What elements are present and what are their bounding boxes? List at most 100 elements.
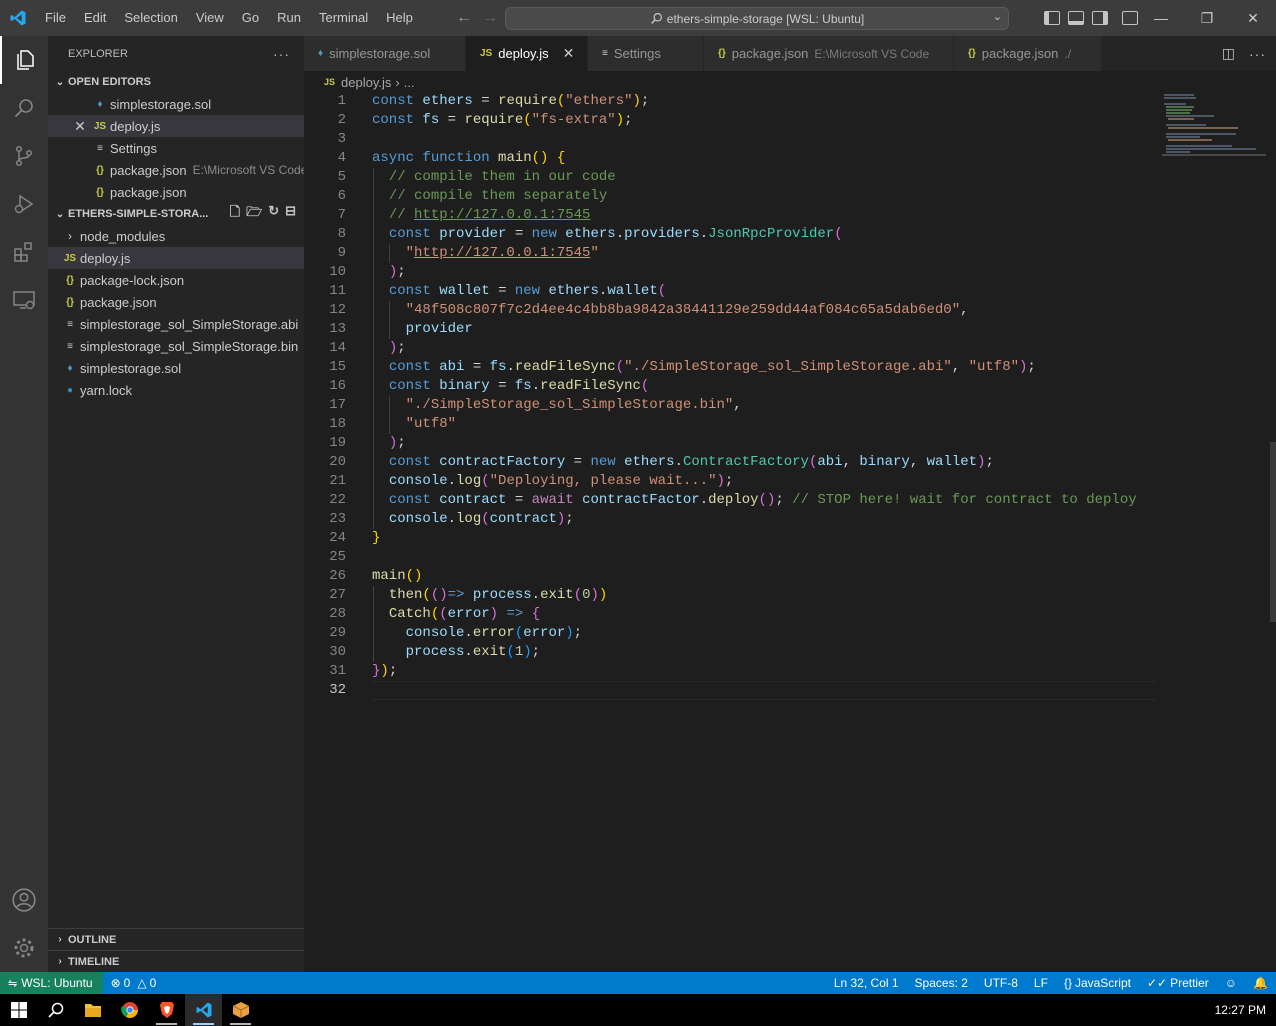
menu-edit[interactable]: Edit xyxy=(75,0,115,36)
accounts-icon[interactable] xyxy=(0,876,48,924)
chevron-down-icon[interactable]: ⌄ xyxy=(993,10,1002,23)
code-line: 25 xyxy=(304,548,1164,567)
explorer-icon[interactable] xyxy=(0,36,48,84)
file-item[interactable]: ≡ simplestorage_sol_SimpleStorage.abi xyxy=(48,313,304,335)
brave-icon[interactable] xyxy=(148,994,185,1026)
line-number: 2 xyxy=(337,112,346,128)
forward-arrow-icon[interactable]: → xyxy=(482,9,498,27)
file-icon: ≡ xyxy=(67,318,73,330)
file-item[interactable]: ● yarn.lock xyxy=(48,379,304,401)
file-explorer-icon[interactable] xyxy=(74,994,111,1026)
open-editor-item[interactable]: {} package.json xyxy=(48,181,304,203)
file-item[interactable]: ♦ simplestorage.sol xyxy=(48,357,304,379)
new-file-icon[interactable]: 🗋 xyxy=(230,203,240,225)
tab-simplestorage-sol[interactable]: ♦ simplestorage.sol xyxy=(304,36,466,71)
package-app-icon[interactable] xyxy=(222,994,259,1026)
toggle-primary-sidebar-icon[interactable] xyxy=(1044,11,1060,25)
close-icon[interactable]: ✕ xyxy=(563,45,575,62)
extensions-icon[interactable] xyxy=(0,228,48,276)
minimap[interactable] xyxy=(1162,92,1266,156)
more-actions-icon[interactable]: ··· xyxy=(273,46,290,62)
file-item[interactable]: {} package-lock.json xyxy=(48,269,304,291)
problems-indicator[interactable]: ⊗ 0 △ 0 xyxy=(103,972,165,994)
breadcrumb-rest[interactable]: ... xyxy=(404,75,415,90)
menu-terminal[interactable]: Terminal xyxy=(310,0,377,36)
timeline-section[interactable]: › TIMELINE xyxy=(48,950,304,972)
command-center[interactable]: ethers-simple-storage [WSL: Ubuntu] ⌄ xyxy=(505,7,1009,30)
source-control-icon[interactable] xyxy=(0,132,48,180)
manage-gear-icon[interactable] xyxy=(0,924,48,972)
more-actions-icon[interactable]: ··· xyxy=(1249,46,1266,62)
tab-deploy-js[interactable]: JS deploy.js ✕ xyxy=(466,36,588,71)
code-line: 13 provider xyxy=(304,320,1164,339)
open-editor-item[interactable]: ✕ JS deploy.js xyxy=(48,115,304,137)
project-section[interactable]: ⌄ ETHERS-SIMPLE-STORA... 🗋 🗁 ↻ ⊟ xyxy=(48,203,304,225)
code-editor[interactable]: 1 const ethers = require("ethers"); 2 cons… xyxy=(304,92,1276,972)
language-mode[interactable]: {} JavaScript xyxy=(1056,972,1139,994)
back-arrow-icon[interactable]: ← xyxy=(456,9,472,27)
open-editor-label: simplestorage.sol xyxy=(110,96,212,112)
remote-indicator[interactable]: ⇋ WSL: Ubuntu xyxy=(0,972,103,994)
chrome-icon[interactable] xyxy=(111,994,148,1026)
tab-package-json-vscode[interactable]: {} package.json E:\Microsoft VS Code xyxy=(704,36,954,71)
line-number: 27 xyxy=(329,587,346,603)
toggle-secondary-sidebar-icon[interactable] xyxy=(1092,11,1108,25)
solidity-icon: ♦ xyxy=(318,48,324,59)
editor-scrollbar[interactable] xyxy=(1266,92,1276,972)
vscode-taskbar-icon[interactable] xyxy=(185,994,222,1026)
toggle-panel-icon[interactable] xyxy=(1068,11,1084,25)
open-editors-section[interactable]: ⌄ OPEN EDITORS xyxy=(48,71,304,93)
windows-start-icon[interactable] xyxy=(0,994,37,1026)
remote-label: WSL: Ubuntu xyxy=(21,976,93,990)
run-debug-icon[interactable] xyxy=(0,180,48,228)
encoding[interactable]: UTF-8 xyxy=(976,972,1026,994)
breadcrumb-file[interactable]: deploy.js xyxy=(341,75,391,90)
customize-layout-icon[interactable] xyxy=(1122,11,1138,25)
code-line: 14 ); xyxy=(304,339,1164,358)
search-icon[interactable] xyxy=(37,994,74,1026)
formatter[interactable]: ✓✓ Prettier xyxy=(1139,972,1217,994)
refresh-icon[interactable]: ↻ xyxy=(268,203,279,225)
status-right: Ln 32, Col 1 Spaces: 2 UTF-8 LF {} JavaS… xyxy=(826,972,1276,994)
collapse-all-icon[interactable]: ⊟ xyxy=(285,203,296,225)
json-icon: {} xyxy=(718,48,726,59)
menu-view[interactable]: View xyxy=(187,0,233,36)
tab-settings[interactable]: ≡ Settings xyxy=(588,36,704,71)
chevron-right-icon: › xyxy=(58,934,62,945)
remote-explorer-icon[interactable] xyxy=(0,276,48,324)
menu-file[interactable]: File xyxy=(36,0,75,36)
indentation[interactable]: Spaces: 2 xyxy=(907,972,976,994)
code-line: 8 const provider = new ethers.providers.… xyxy=(304,225,1164,244)
menu-help[interactable]: Help xyxy=(377,0,422,36)
file-label: package.json xyxy=(80,294,157,310)
file-item[interactable]: JS deploy.js xyxy=(48,247,304,269)
file-item[interactable]: ≡ simplestorage_sol_SimpleStorage.bin xyxy=(48,335,304,357)
vscode-logo-icon[interactable] xyxy=(0,0,36,36)
code-line: 7 // http://127.0.0.1:7545 xyxy=(304,206,1164,225)
restore-button[interactable]: ❐ xyxy=(1184,0,1230,36)
folder-item[interactable]: › node_modules xyxy=(48,225,304,247)
tab-actions: ◫ ··· xyxy=(1222,36,1266,71)
split-editor-icon[interactable]: ◫ xyxy=(1222,45,1235,62)
cursor-position[interactable]: Ln 32, Col 1 xyxy=(826,972,907,994)
close-icon[interactable]: ✕ xyxy=(72,118,88,135)
taskbar-clock[interactable]: 12:27 PM xyxy=(1215,994,1266,1026)
search-icon[interactable] xyxy=(0,84,48,132)
editor-tabs: ♦ simplestorage.sol JS deploy.js ✕ ≡ Set… xyxy=(304,36,1276,71)
outline-section[interactable]: › OUTLINE xyxy=(48,928,304,950)
minimize-button[interactable]: — xyxy=(1138,0,1184,36)
menu-run[interactable]: Run xyxy=(268,0,310,36)
file-item[interactable]: {} package.json xyxy=(48,291,304,313)
tab-package-json-local[interactable]: {} package.json ./ xyxy=(954,36,1102,71)
open-editor-item[interactable]: ♦ simplestorage.sol xyxy=(48,93,304,115)
code-line: 17 "./SimpleStorage_sol_SimpleStorage.bi… xyxy=(304,396,1164,415)
feedback-icon[interactable]: ☺ xyxy=(1217,972,1245,994)
menu-go[interactable]: Go xyxy=(233,0,268,36)
end-of-line[interactable]: LF xyxy=(1026,972,1056,994)
close-window-button[interactable]: ✕ xyxy=(1230,0,1276,36)
open-editor-item[interactable]: ≡ Settings xyxy=(48,137,304,159)
notifications-bell-icon[interactable]: 🔔 xyxy=(1245,972,1276,994)
new-folder-icon[interactable]: 🗁 xyxy=(246,203,262,225)
open-editor-item[interactable]: {} package.json E:\Microsoft VS Code xyxy=(48,159,304,181)
menu-selection[interactable]: Selection xyxy=(115,0,186,36)
